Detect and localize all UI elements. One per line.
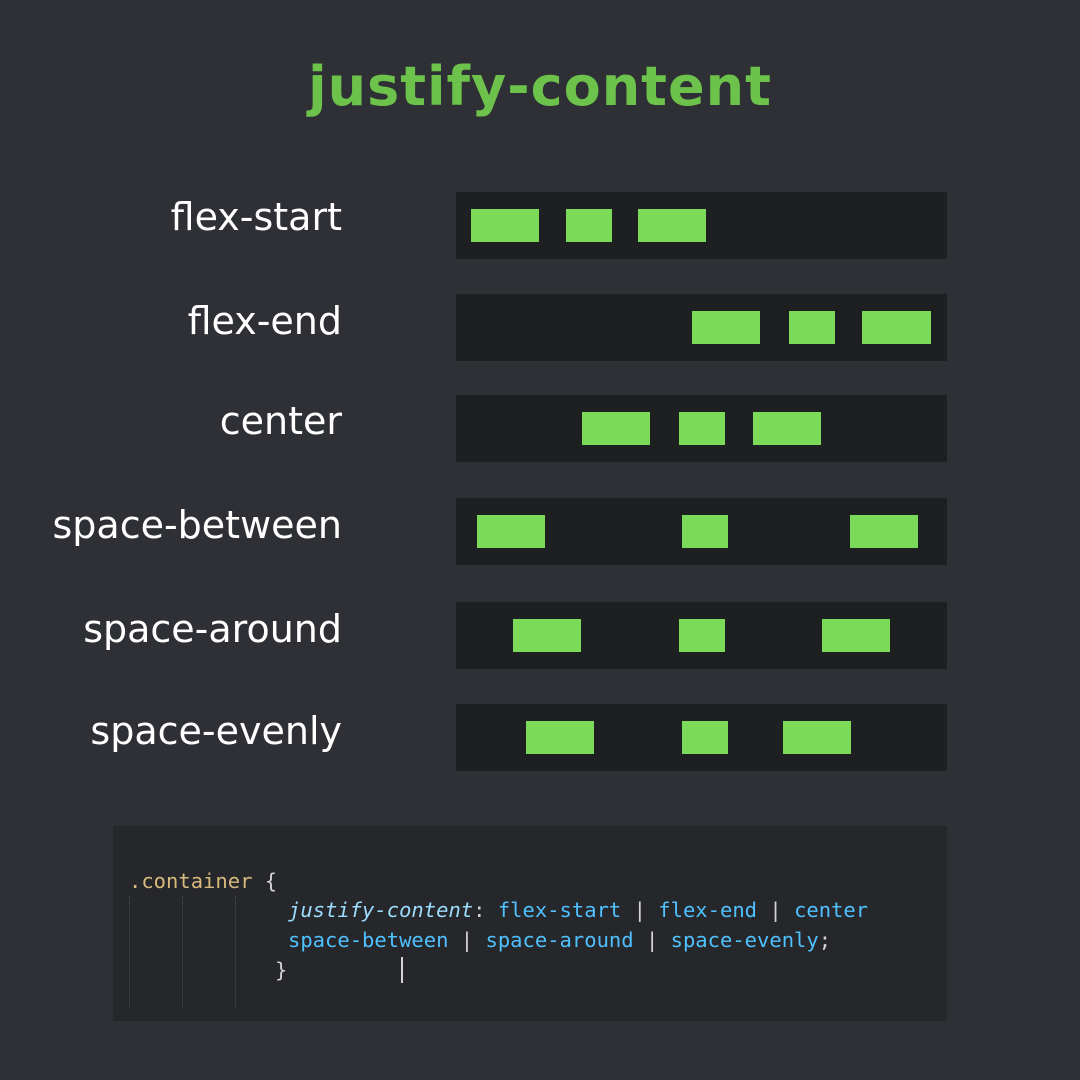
code-value: space-between — [288, 928, 449, 952]
page-title: justify-content — [308, 55, 772, 118]
demo-box-wide — [582, 412, 650, 445]
code-separator: | — [769, 898, 782, 922]
demo-box-wide — [753, 412, 821, 445]
row-label-space-around: space-around — [83, 607, 342, 651]
code-line-1: .container { — [129, 866, 277, 896]
code-close-brace: } — [275, 958, 288, 982]
code-open-brace: { — [264, 869, 278, 893]
demo-box-wide — [638, 209, 706, 242]
flex-start-demo-bar — [456, 192, 947, 259]
indent-guide — [129, 896, 130, 1008]
code-value: space-around — [485, 928, 634, 952]
flex-end-demo-bar — [456, 294, 947, 361]
row-label-center: center — [219, 399, 342, 443]
code-value: flex-start — [497, 898, 622, 922]
demo-box-wide — [471, 209, 539, 242]
demo-box-wide — [862, 311, 931, 344]
code-value: center — [794, 898, 869, 922]
code-colon: : — [473, 898, 486, 922]
demo-box-narrow — [679, 412, 725, 445]
demo-box-wide — [526, 721, 594, 754]
demo-box-wide — [822, 619, 890, 652]
center-demo-bar — [456, 395, 947, 462]
demo-box-wide — [513, 619, 581, 652]
demo-box-narrow — [679, 619, 725, 652]
row-label-space-evenly: space-evenly — [90, 709, 342, 753]
demo-box-wide — [477, 515, 545, 548]
code-line-4: } — [275, 955, 287, 985]
code-snippet: .container { justify-content: flex-start… — [113, 826, 947, 1021]
row-label-flex-end: flex-end — [187, 299, 342, 343]
demo-box-wide — [692, 311, 760, 344]
code-value: space-evenly — [670, 928, 819, 952]
indent-guide — [182, 896, 183, 1008]
space-around-demo-bar — [456, 602, 947, 669]
text-cursor — [401, 957, 403, 983]
code-line-2: justify-content: flex-start | flex-end |… — [288, 895, 868, 925]
indent-guide — [235, 896, 236, 1008]
demo-box-wide — [783, 721, 851, 754]
code-separator: | — [645, 928, 659, 952]
code-selector: .container — [129, 869, 253, 893]
code-property: justify-content — [288, 898, 474, 922]
space-between-demo-bar — [456, 498, 947, 565]
code-semicolon: ; — [818, 928, 832, 952]
row-label-flex-start: flex-start — [170, 195, 342, 239]
demo-box-narrow — [682, 721, 728, 754]
row-label-space-between: space-between — [52, 503, 342, 547]
demo-box-wide — [850, 515, 918, 548]
demo-box-narrow — [566, 209, 612, 242]
code-line-3: space-between | space-around | space-eve… — [288, 925, 831, 955]
demo-box-narrow — [789, 311, 835, 344]
code-separator: | — [633, 898, 646, 922]
code-separator: | — [460, 928, 474, 952]
space-evenly-demo-bar — [456, 704, 947, 771]
demo-box-narrow — [682, 515, 728, 548]
code-value: flex-end — [658, 898, 758, 922]
